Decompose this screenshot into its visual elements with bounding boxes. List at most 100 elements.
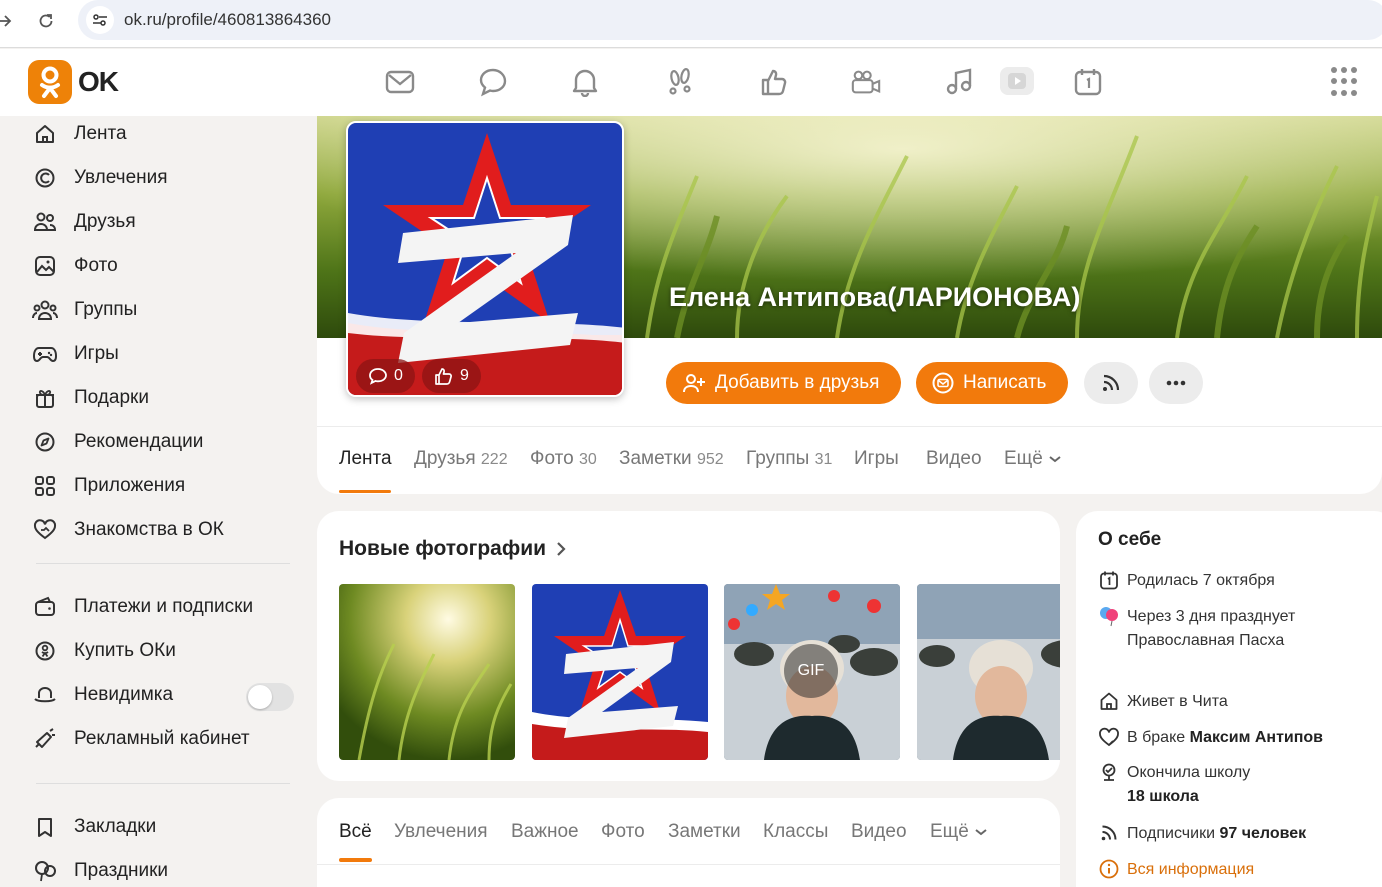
sidebar-item-payments[interactable]: Платежи и подписки xyxy=(32,587,302,627)
photo-thumbnail-gif[interactable]: GIF xyxy=(724,584,900,760)
groups-icon xyxy=(32,297,58,323)
sidebar-item-feed[interactable]: Лента xyxy=(32,114,302,154)
school-link[interactable]: 18 школа xyxy=(1127,788,1199,805)
mail-icon[interactable] xyxy=(384,66,416,98)
sidebar-item-groups[interactable]: Группы xyxy=(32,290,302,330)
sidebar-item-buy-oks[interactable]: Купить ОКи xyxy=(32,631,302,671)
camera-icon[interactable] xyxy=(850,66,882,98)
video-icon[interactable] xyxy=(1000,67,1034,95)
graduation-icon xyxy=(1098,761,1120,783)
photo-thumbnail[interactable] xyxy=(339,584,515,760)
feed-tab-classes[interactable]: Классы xyxy=(763,821,828,843)
wallet-icon xyxy=(32,594,58,620)
feed-tab-important[interactable]: Важное xyxy=(511,821,579,843)
sidebar-item-photo[interactable]: Фото xyxy=(32,246,302,286)
sidebar-item-hobbies[interactable]: Увлечения xyxy=(32,158,302,198)
tab-groups[interactable]: Группы 31 xyxy=(746,448,832,470)
feed-tab-notes[interactable]: Заметки xyxy=(668,821,741,843)
new-photos-title[interactable]: Новые фотографии xyxy=(339,537,566,561)
apps-grid-icon[interactable] xyxy=(1331,67,1361,97)
feed-tab-hobbies[interactable]: Увлечения xyxy=(394,821,488,843)
add-friend-button[interactable]: Добавить в друзья xyxy=(666,362,902,404)
balloon-icon xyxy=(32,858,58,884)
hobby-icon xyxy=(32,165,58,191)
sidebar-item-ads-cabinet[interactable]: Рекламный кабинет xyxy=(32,719,302,759)
sidebar-item-games[interactable]: Игры xyxy=(32,334,302,374)
subscribers-link[interactable]: 97 человек xyxy=(1219,825,1306,842)
tab-notes[interactable]: Заметки 952 xyxy=(619,448,724,470)
thumb-up-icon[interactable] xyxy=(758,66,790,98)
tab-feed[interactable]: Лента xyxy=(339,448,392,470)
feed-tab-more[interactable]: Ещё xyxy=(930,821,988,843)
hearts-icon xyxy=(1098,726,1120,748)
gift-icon xyxy=(32,385,58,411)
apps-icon xyxy=(32,473,58,499)
bookmark-icon xyxy=(32,814,58,840)
reload-icon[interactable] xyxy=(34,9,58,33)
sidebar-item-bookmarks[interactable]: Закладки xyxy=(32,807,302,847)
chevron-down-icon xyxy=(1048,454,1062,464)
chevron-down-icon xyxy=(974,827,988,837)
photo-thumbnail[interactable] xyxy=(532,584,708,760)
feed-tab-video[interactable]: Видео xyxy=(851,821,907,843)
tab-more[interactable]: Ещё xyxy=(1004,448,1062,470)
logo-text[interactable]: OK xyxy=(78,66,119,98)
subscribe-button[interactable] xyxy=(1084,362,1138,404)
sidebar-item-label: Платежи и подписки xyxy=(74,596,254,617)
invisible-toggle[interactable] xyxy=(246,683,294,711)
invisible-hat-icon xyxy=(32,682,58,708)
gif-badge: GIF xyxy=(784,644,838,698)
write-message-button[interactable]: Написать xyxy=(916,362,1069,404)
tabs-separator xyxy=(317,426,1382,427)
more-actions-button[interactable] xyxy=(1149,362,1203,404)
photo-thumbnail[interactable] xyxy=(917,584,1060,760)
about-school: Окончила школу 18 школа xyxy=(1098,761,1338,809)
avatar-comments-count: 0 xyxy=(394,367,403,384)
tab-friends[interactable]: Друзья 222 xyxy=(414,448,508,470)
about-subscribers: Подписчики 97 человек xyxy=(1098,822,1338,846)
rss-icon xyxy=(1101,373,1121,393)
address-bar[interactable]: ok.ru/profile/460813864360 xyxy=(78,0,1382,40)
tab-games[interactable]: Игры xyxy=(854,448,899,470)
music-icon[interactable] xyxy=(944,66,976,98)
sidebar-item-gifts[interactable]: Подарки xyxy=(32,378,302,418)
sidebar-item-label: Фото xyxy=(74,255,118,276)
sidebar-item-friends[interactable]: Друзья xyxy=(32,202,302,242)
chevron-right-icon xyxy=(556,541,566,557)
chat-icon[interactable] xyxy=(477,66,509,98)
tab-photos[interactable]: Фото 30 xyxy=(530,448,597,470)
tab-video[interactable]: Видео xyxy=(926,448,982,470)
like-icon xyxy=(434,367,454,385)
friends-icon xyxy=(32,209,58,235)
calendar-icon[interactable] xyxy=(1072,66,1104,98)
sidebar-item-label: Знакомства в ОК xyxy=(74,519,224,540)
megaphone-icon xyxy=(32,726,58,752)
ok-logo-icon[interactable] xyxy=(28,60,72,104)
about-birthday: Родилась 7 октября xyxy=(1098,569,1338,593)
sidebar-item-label: Рекомендации xyxy=(74,431,204,452)
comment-icon xyxy=(368,367,388,385)
site-settings-icon[interactable] xyxy=(86,6,114,34)
sidebar-item-holidays[interactable]: Праздники xyxy=(32,851,302,887)
sidebar-item-label: Закладки xyxy=(74,816,157,837)
sidebar-item-recommendations[interactable]: Рекомендации xyxy=(32,422,302,462)
url-text[interactable]: ok.ru/profile/460813864360 xyxy=(124,10,331,30)
mail-icon xyxy=(932,372,954,394)
about-all-info-link[interactable]: Вся информация xyxy=(1098,858,1338,882)
add-friend-label: Добавить в друзья xyxy=(715,372,880,393)
write-message-label: Написать xyxy=(963,372,1047,393)
avatar-likes-button[interactable]: 9 xyxy=(422,359,481,393)
forward-icon[interactable] xyxy=(0,9,16,33)
about-married: В браке Максим Антипов xyxy=(1098,726,1338,750)
sidebar-item-apps[interactable]: Приложения xyxy=(32,466,302,506)
spouse-link[interactable]: Максим Антипов xyxy=(1190,729,1323,746)
avatar-comments-button[interactable]: 0 xyxy=(356,359,415,393)
coin-icon xyxy=(32,638,58,664)
sidebar-item-dating[interactable]: Знакомства в ОК xyxy=(32,510,302,550)
footprints-icon[interactable] xyxy=(664,66,696,98)
profile-avatar[interactable]: 0 9 xyxy=(346,121,624,397)
bell-icon[interactable] xyxy=(569,66,601,98)
info-icon xyxy=(1098,858,1120,880)
feed-tab-photo[interactable]: Фото xyxy=(601,821,645,843)
feed-tab-all[interactable]: Всё xyxy=(339,821,372,843)
